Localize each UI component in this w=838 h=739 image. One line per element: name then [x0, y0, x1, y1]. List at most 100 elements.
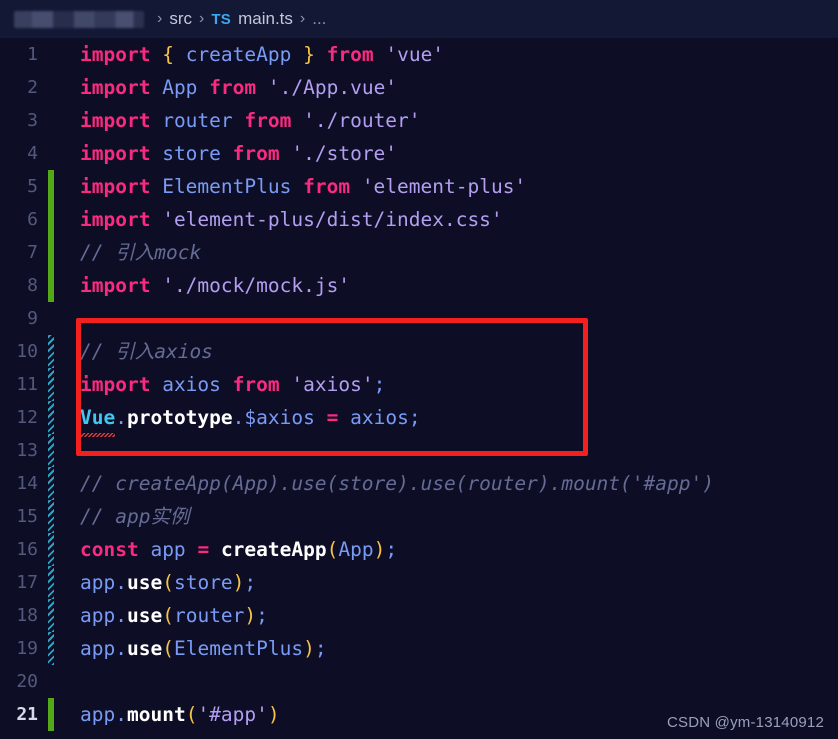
code-token: createApp	[220, 538, 327, 561]
code-token: App	[162, 76, 198, 99]
code-token: router	[162, 109, 233, 132]
code-line[interactable]: 9	[0, 302, 838, 335]
code-line-text: import App from './App.vue'	[54, 71, 397, 104]
gutter-change-indicator[interactable]	[48, 434, 54, 467]
code-line[interactable]: 17 app.use(store);	[0, 566, 838, 599]
line-number: 17	[16, 572, 38, 593]
code-line[interactable]: 16 const app = createApp(App);	[0, 533, 838, 566]
code-token: // 引入mock	[80, 241, 202, 264]
code-token: store	[162, 142, 221, 165]
code-token: (	[162, 637, 174, 660]
code-token: from	[326, 43, 374, 66]
line-number: 2	[27, 77, 38, 98]
line-number: 1	[27, 44, 38, 65]
gutter-change-indicator[interactable]	[48, 665, 54, 698]
code-line[interactable]: 10 // 引入axios	[0, 335, 838, 368]
code-token: import	[80, 76, 151, 99]
code-token: import	[80, 142, 151, 165]
code-token: '#app'	[197, 703, 268, 726]
code-token: .	[115, 604, 127, 627]
code-line[interactable]: 7 // 引入mock	[0, 236, 838, 269]
code-token: prototype	[126, 406, 233, 429]
code-line[interactable]: 2 import App from './App.vue'	[0, 71, 838, 104]
code-token: from	[232, 373, 280, 396]
code-line[interactable]: 3 import router from './router'	[0, 104, 838, 137]
code-token: import	[80, 274, 151, 297]
code-token: axios	[162, 373, 221, 396]
code-token: store	[173, 571, 233, 594]
code-token: (	[162, 571, 174, 594]
code-token: .	[115, 406, 127, 429]
line-number: 5	[27, 176, 38, 197]
code-line[interactable]: 18 app.use(router);	[0, 599, 838, 632]
code-token: .	[115, 637, 127, 660]
code-line[interactable]: 14 // createApp(App).use(store).use(route…	[0, 467, 838, 500]
code-token: 'element-plus'	[361, 175, 527, 198]
code-token: (	[185, 703, 198, 726]
code-line[interactable]: 13	[0, 434, 838, 467]
breadcrumb: › src › TS main.ts › ...	[0, 0, 838, 38]
code-token: ;	[256, 604, 268, 627]
code-token: // createApp(App).use(store).use(router)…	[80, 472, 714, 495]
code-token: './store'	[291, 142, 398, 165]
code-token: from	[244, 109, 292, 132]
code-line-text: const app = createApp(App);	[54, 533, 397, 566]
code-line[interactable]: 11 import axios from 'axios';	[0, 368, 838, 401]
code-token: use	[126, 571, 163, 594]
line-number: 16	[16, 539, 38, 560]
code-line-text: import { createApp } from 'vue'	[54, 38, 444, 71]
line-number: 11	[16, 374, 38, 395]
code-token: use	[126, 604, 163, 627]
code-line[interactable]: 15 // app实例	[0, 500, 838, 533]
line-number: 3	[27, 110, 38, 131]
code-token: (	[162, 604, 174, 627]
code-line[interactable]: 20	[0, 665, 838, 698]
line-number: 9	[27, 308, 38, 329]
code-token: .	[115, 703, 127, 726]
code-token: import	[80, 175, 151, 198]
code-line-text: import './mock/mock.js'	[54, 269, 350, 302]
breadcrumb-item-file[interactable]: main.ts	[238, 9, 293, 29]
code-line-text: // createApp(App).use(store).use(router)…	[54, 467, 714, 500]
code-line[interactable]: 5 import ElementPlus from 'element-plus'	[0, 170, 838, 203]
code-token: mount	[126, 703, 186, 726]
code-token: // 引入axios	[80, 340, 213, 363]
breadcrumb-overflow[interactable]: ...	[312, 9, 326, 29]
code-token: // app实例	[80, 505, 190, 528]
code-line[interactable]: 12 Vue.prototype.$axios = axios;	[0, 401, 838, 437]
code-line[interactable]: 8 import './mock/mock.js'	[0, 269, 838, 302]
line-number: 7	[27, 242, 38, 263]
code-line-text: Vue.prototype.$axios = axios;	[54, 401, 421, 437]
code-line[interactable]: 19 app.use(ElementPlus);	[0, 632, 838, 665]
code-token: use	[126, 637, 163, 660]
line-number: 10	[16, 341, 38, 362]
code-line-text: import store from './store'	[54, 137, 397, 170]
code-token: App	[338, 538, 374, 561]
code-token: =	[197, 538, 210, 561]
gutter-change-indicator[interactable]	[48, 302, 54, 335]
code-token: import	[80, 109, 151, 132]
code-line-text: // app实例	[54, 500, 189, 533]
code-token: app	[150, 538, 186, 561]
code-token: './mock/mock.js'	[162, 274, 351, 297]
code-token: =	[326, 406, 339, 429]
code-line[interactable]: 1 import { createApp } from 'vue'	[0, 38, 838, 71]
code-token: }	[303, 43, 315, 66]
code-line[interactable]: 6 import 'element-plus/dist/index.css'	[0, 203, 838, 236]
code-editor[interactable]: 1 import { createApp } from 'vue' 2 import …	[0, 38, 838, 739]
breadcrumb-item-folder[interactable]: src	[169, 9, 192, 29]
code-line[interactable]: 4 import store from './store'	[0, 137, 838, 170]
